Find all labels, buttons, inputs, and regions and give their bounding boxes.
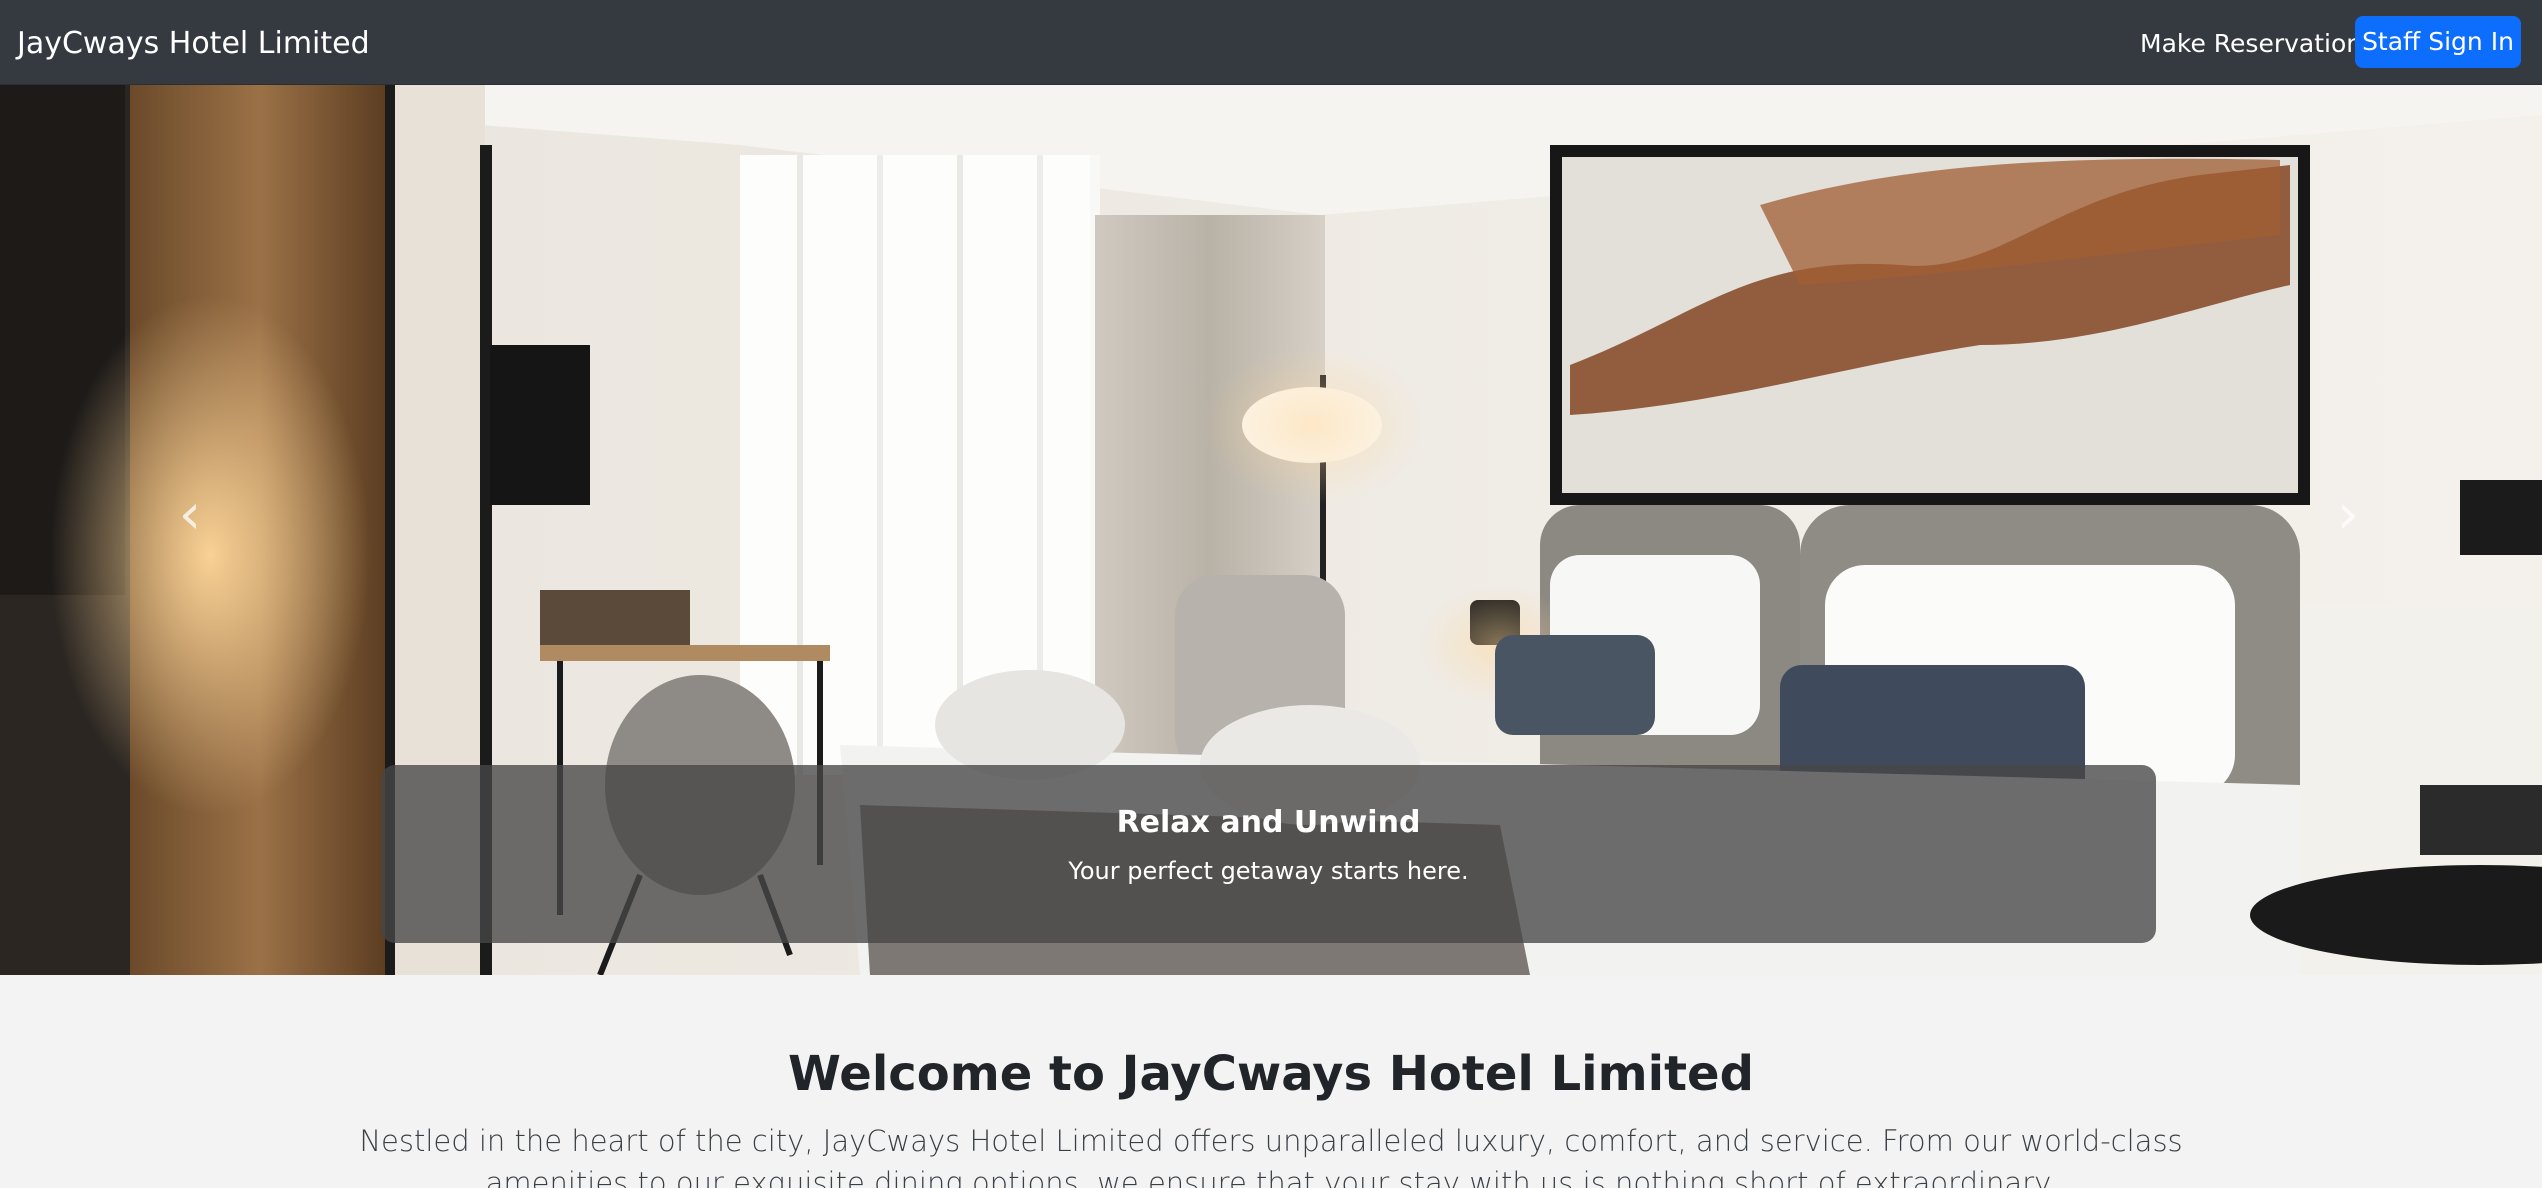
welcome-heading: Welcome to JayCways Hotel Limited	[788, 1046, 1754, 1102]
brand-logo-text[interactable]: JayCways Hotel Limited	[17, 26, 370, 61]
hero-carousel: ‹ › Relax and Unwind Your perfect getawa…	[0, 85, 2542, 975]
carousel-next-chevron-right-icon[interactable]: ›	[2318, 485, 2378, 545]
carousel-prev-chevron-left-icon[interactable]: ‹	[160, 485, 220, 545]
carousel-caption: Relax and Unwind Your perfect getaway st…	[381, 765, 2156, 943]
make-reservation-link[interactable]: Make Reservation	[2140, 29, 2362, 58]
caption-title: Relax and Unwind	[1116, 805, 1421, 840]
staff-sign-in-button[interactable]: Staff Sign In	[2355, 16, 2521, 68]
top-navbar: JayCways Hotel Limited Make Reservation …	[0, 0, 2542, 85]
welcome-paragraph: Nestled in the heart of the city, JayCwa…	[359, 1124, 2183, 1188]
caption-text: Your perfect getaway starts here.	[1068, 857, 1469, 885]
